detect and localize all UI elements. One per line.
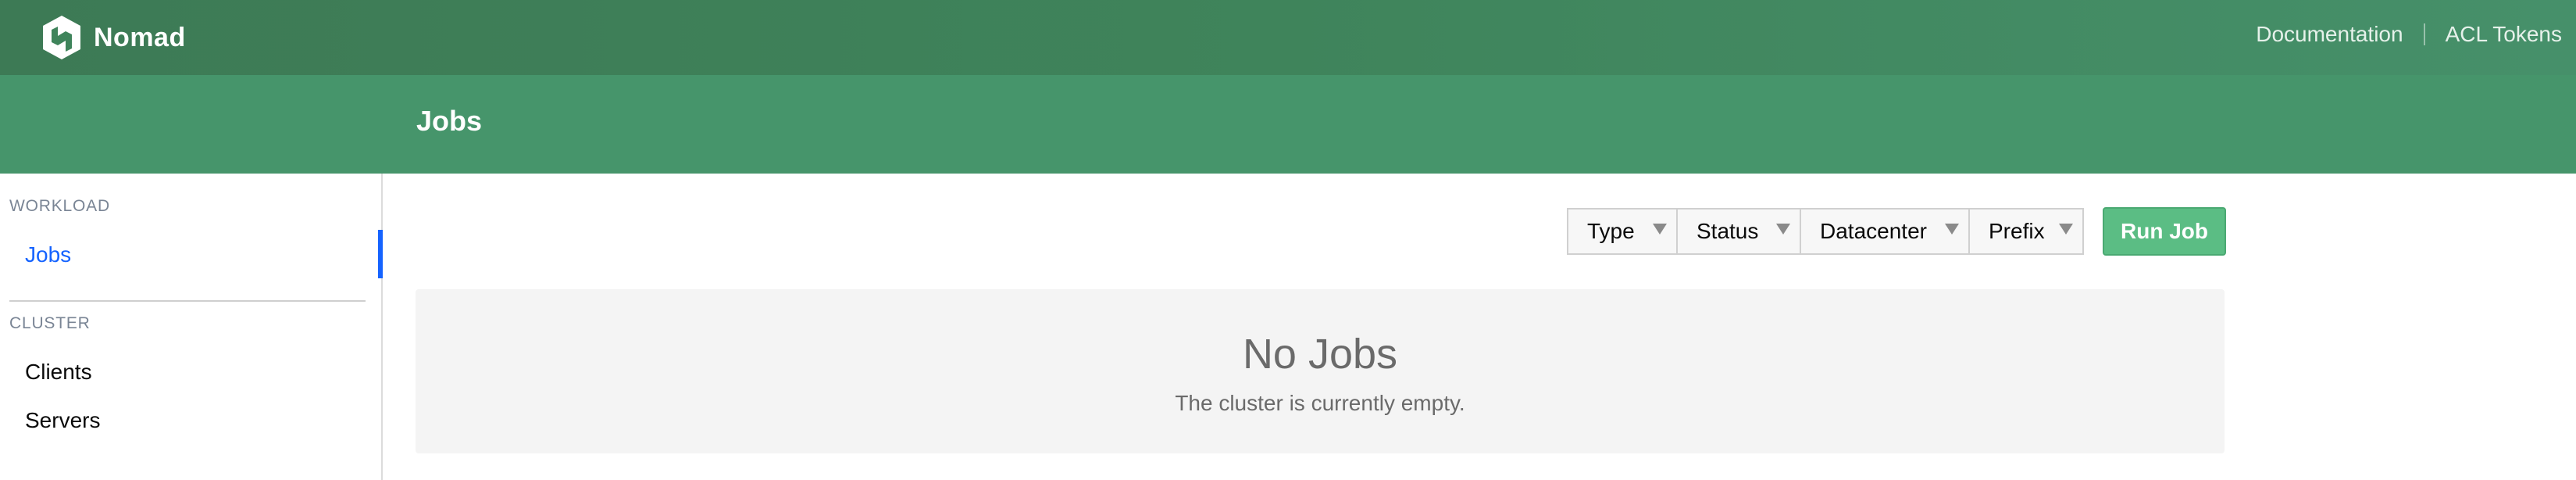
sidebar-section-cluster: CLUSTER [9,314,91,332]
facet-status[interactable]: Status [1676,208,1800,255]
facet-filters: Type Status Datacenter Prefix [1567,208,2084,255]
nomad-logo-icon [43,16,80,59]
caret-down-icon [2059,224,2073,235]
sidebar-divider [9,300,366,302]
facet-type[interactable]: Type [1567,208,1676,255]
documentation-link[interactable]: Documentation [2256,22,2403,47]
brand-home-link[interactable]: Nomad [41,14,186,61]
brand-name: Nomad [94,22,186,52]
facet-status-label: Status [1697,219,1759,243]
caret-down-icon [1653,224,1667,235]
jobs-toolbar: Type Status Datacenter Prefix Run Job [1567,206,2226,256]
nav-divider [2423,23,2425,45]
facet-prefix[interactable]: Prefix [1968,208,2084,255]
caret-down-icon [1776,224,1790,235]
top-nav-links: Documentation ACL Tokens [2256,22,2562,47]
page-title: Jobs [416,105,483,137]
facet-datacenter[interactable]: Datacenter [1800,208,1968,255]
sidebar-item-clients[interactable]: Clients [25,360,92,385]
sidebar: WORKLOAD Jobs CLUSTER Clients Servers [0,174,383,480]
facet-prefix-label: Prefix [1989,219,2045,243]
facet-datacenter-label: Datacenter [1820,219,1927,243]
sidebar-section-workload: WORKLOAD [9,197,110,215]
top-navigation-bar: Nomad Documentation ACL Tokens [0,0,2576,75]
page-header: Jobs [0,75,2576,174]
empty-state-message: The cluster is currently empty. [1175,391,1465,415]
sidebar-item-jobs[interactable]: Jobs [25,242,71,267]
empty-state: No Jobs The cluster is currently empty. [416,289,2225,453]
sidebar-item-servers[interactable]: Servers [25,408,100,433]
facet-type-label: Type [1587,219,1635,243]
run-job-button[interactable]: Run Job [2103,207,2226,256]
caret-down-icon [1945,224,1959,235]
empty-state-title: No Jobs [1242,331,1398,378]
acl-tokens-link[interactable]: ACL Tokens [2446,22,2562,47]
active-indicator [378,230,383,278]
